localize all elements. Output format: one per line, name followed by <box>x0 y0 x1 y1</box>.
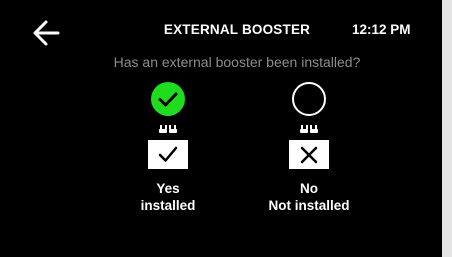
option-yes-title: Yes <box>156 181 180 196</box>
booster-screen: EXTERNAL BOOSTER 12:12 PM Has an externa… <box>0 0 442 257</box>
option-no-subtitle: Not installed <box>268 198 350 213</box>
booster-not-installed-icon <box>289 125 329 169</box>
option-yes-subtitle: installed <box>140 198 196 213</box>
radio-yes-selected[interactable] <box>151 82 185 116</box>
checkmark-icon <box>158 92 178 107</box>
booster-installed-icon <box>148 125 188 169</box>
question-text: Has an external booster been installed? <box>113 54 361 70</box>
clock: 12:12 PM <box>352 22 411 37</box>
option-no-title: No <box>300 181 318 196</box>
radio-no-unselected[interactable] <box>292 82 326 116</box>
option-no-label: No Not installed <box>229 180 389 214</box>
option-yes-label: Yes installed <box>88 180 248 214</box>
